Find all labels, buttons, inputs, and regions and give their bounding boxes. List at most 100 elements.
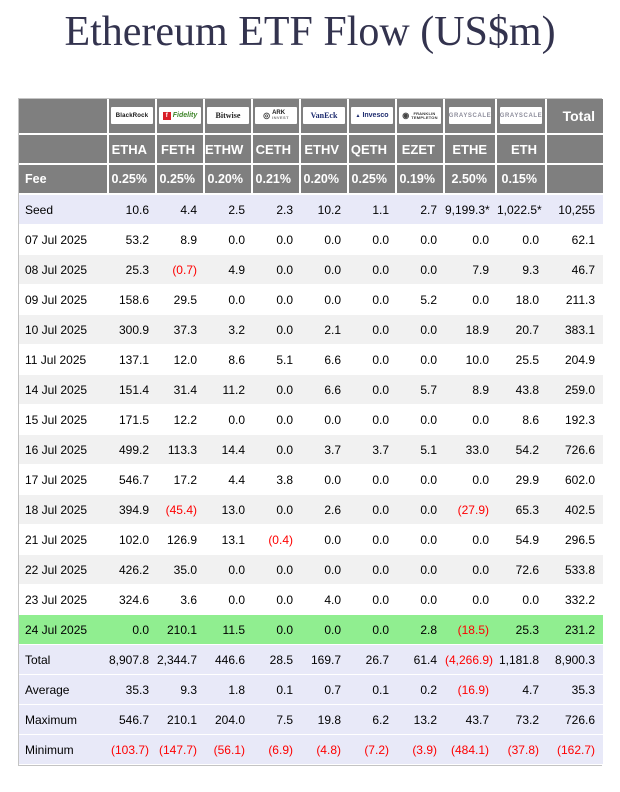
provider-logo-cell: ▲Invesco — [349, 99, 397, 135]
value-cell: 394.9 — [109, 495, 157, 525]
value-cell: 5.2 — [397, 285, 445, 315]
row-label-cell: 16 Jul 2025 — [19, 435, 109, 465]
fee-cell: 2.50% — [445, 165, 497, 195]
value-cell: 102.0 — [109, 525, 157, 555]
value-cell: 6.6 — [301, 345, 349, 375]
value-cell: 300.9 — [109, 315, 157, 345]
table-row: 23 Jul 2025324.63.60.00.04.00.00.00.00.0… — [19, 585, 603, 615]
row-label-cell: 14 Jul 2025 — [19, 375, 109, 405]
value-cell: 546.7 — [109, 465, 157, 495]
value-cell: 0.7 — [301, 675, 349, 705]
value-cell: 10.6 — [109, 195, 157, 225]
value-cell: 54.2 — [497, 435, 547, 465]
value-cell: 2.5 — [205, 195, 253, 225]
value-cell: 0.0 — [301, 405, 349, 435]
value-cell: 4.4 — [205, 465, 253, 495]
value-cell: 204.0 — [205, 705, 253, 735]
value-cell: 126.9 — [157, 525, 205, 555]
value-cell: 5.1 — [253, 345, 301, 375]
row-label-cell: 08 Jul 2025 — [19, 255, 109, 285]
table-row: 18 Jul 2025394.9(45.4)13.00.02.60.00.0(2… — [19, 495, 603, 525]
row-label-cell: Maximum — [19, 705, 109, 735]
ticker-cell: ETHV — [301, 135, 349, 165]
fee-cell: 0.25% — [349, 165, 397, 195]
value-cell: 0.0 — [301, 285, 349, 315]
total-cell: 211.3 — [547, 285, 603, 315]
table-header: BlackRockfFidelityBitwise◎ARKINVESTVanEc… — [19, 99, 603, 195]
fee-cell: 0.20% — [205, 165, 253, 195]
provider-logo-cell: fFidelity — [157, 99, 205, 135]
total-cell: 726.6 — [547, 435, 603, 465]
value-cell: (4.8) — [301, 735, 349, 765]
value-cell: 8.6 — [205, 345, 253, 375]
value-cell: 9.3 — [157, 675, 205, 705]
total-cell: 332.2 — [547, 585, 603, 615]
value-cell: 33.0 — [445, 435, 497, 465]
fee-cell: 0.25% — [109, 165, 157, 195]
value-cell: 8.9 — [157, 225, 205, 255]
fee-cell: 0.20% — [301, 165, 349, 195]
value-cell: 0.0 — [397, 465, 445, 495]
row-label-cell: Total — [19, 645, 109, 675]
value-cell: 137.1 — [109, 345, 157, 375]
value-cell: 0.0 — [349, 375, 397, 405]
provider-logo-row: BlackRockfFidelityBitwise◎ARKINVESTVanEc… — [19, 99, 603, 135]
page: Ethereum ETF Flow (US$m) BlackRockfFidel… — [0, 0, 620, 792]
table-row: 09 Jul 2025158.629.50.00.00.00.05.20.018… — [19, 285, 603, 315]
value-cell: 61.4 — [397, 645, 445, 675]
ark-invest-logo: ◎ARKINVEST — [255, 107, 297, 124]
value-cell: 0.0 — [349, 465, 397, 495]
value-cell: 0.0 — [301, 465, 349, 495]
fee-cell: 0.15% — [497, 165, 547, 195]
value-cell: 14.4 — [205, 435, 253, 465]
franklin-circle-icon: ◉ — [402, 112, 409, 120]
value-cell: 2.6 — [301, 495, 349, 525]
value-cell: 5.1 — [397, 435, 445, 465]
ticker-cell: FETH — [157, 135, 205, 165]
value-cell: 0.0 — [397, 555, 445, 585]
value-cell: 4.4 — [157, 195, 205, 225]
value-cell: (56.1) — [205, 735, 253, 765]
value-cell: 13.0 — [205, 495, 253, 525]
fee-label-cell: Fee — [19, 165, 109, 195]
value-cell: 0.0 — [445, 585, 497, 615]
value-cell: 17.2 — [157, 465, 205, 495]
value-cell: 113.3 — [157, 435, 205, 465]
logo-text: Bitwise — [216, 111, 241, 120]
ticker-total-spacer-cell — [547, 135, 603, 165]
value-cell: 1.8 — [205, 675, 253, 705]
value-cell: 35.3 — [109, 675, 157, 705]
row-label-cell: Seed — [19, 195, 109, 225]
value-cell: (484.1) — [445, 735, 497, 765]
table-row: Seed10.64.42.52.310.21.12.79,199.3*1,022… — [19, 195, 603, 225]
total-cell: 204.9 — [547, 345, 603, 375]
table-row: 17 Jul 2025546.717.24.43.80.00.00.00.029… — [19, 465, 603, 495]
value-cell: 0.0 — [253, 435, 301, 465]
value-cell: 73.2 — [497, 705, 547, 735]
value-cell: 0.0 — [349, 585, 397, 615]
value-cell: 35.0 — [157, 555, 205, 585]
logo-text-line: TEMPLETON — [411, 116, 437, 120]
value-cell: 0.0 — [349, 405, 397, 435]
total-cell: (162.7) — [547, 735, 603, 765]
logo-text: GRAYSCALE — [500, 113, 542, 119]
total-cell: 296.5 — [547, 525, 603, 555]
value-cell: 0.0 — [497, 225, 547, 255]
value-cell: 0.0 — [349, 345, 397, 375]
ticker-cell: ETHE — [445, 135, 497, 165]
value-cell: (147.7) — [157, 735, 205, 765]
value-cell: 3.8 — [253, 465, 301, 495]
total-cell: 533.8 — [547, 555, 603, 585]
value-cell: 0.0 — [349, 285, 397, 315]
value-cell: 18.9 — [445, 315, 497, 345]
value-cell: 43.8 — [497, 375, 547, 405]
provider-logo-cell: GRAYSCALE — [445, 99, 497, 135]
value-cell: 2.1 — [301, 315, 349, 345]
row-label-cell: 07 Jul 2025 — [19, 225, 109, 255]
row-label-cell: 15 Jul 2025 — [19, 405, 109, 435]
table-body: Seed10.64.42.52.310.21.12.79,199.3*1,022… — [19, 195, 603, 765]
value-cell: 29.5 — [157, 285, 205, 315]
value-cell: 0.0 — [445, 555, 497, 585]
value-cell: (18.5) — [445, 615, 497, 645]
table-row: Total8,907.82,344.7446.628.5169.726.761.… — [19, 645, 603, 675]
